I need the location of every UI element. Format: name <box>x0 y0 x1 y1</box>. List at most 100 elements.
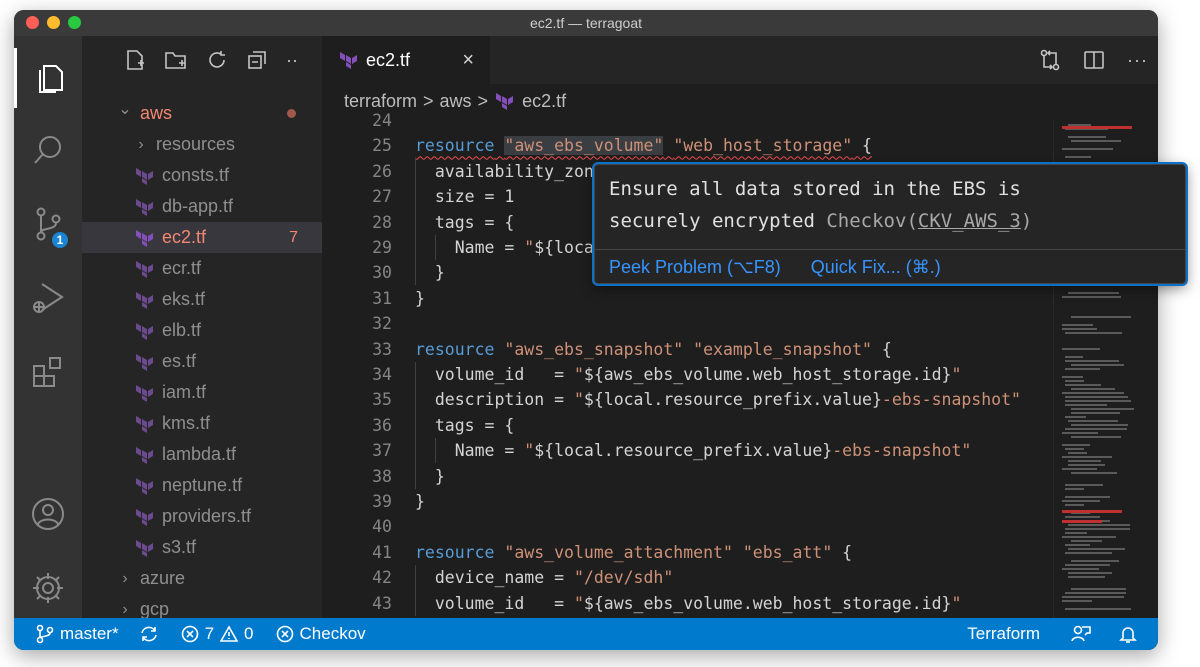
tree-item-consts-tf[interactable]: consts.tf <box>82 160 322 191</box>
tree-item-label: neptune.tf <box>162 475 243 495</box>
tree-item-resources[interactable]: › resources <box>82 129 322 160</box>
code-line[interactable]: 31} <box>322 286 1062 311</box>
activity-explorer[interactable] <box>14 48 82 108</box>
language-mode[interactable]: Terraform <box>967 624 1040 644</box>
code-line[interactable]: 32 <box>322 311 1062 336</box>
minimap-line <box>1065 360 1119 362</box>
hover-divider <box>595 249 1185 250</box>
tree-item-elb-tf[interactable]: elb.tf <box>82 315 322 346</box>
minimap-line <box>1062 596 1124 598</box>
line-number: 29 <box>372 238 392 257</box>
code-line[interactable]: 42 device_name = "/dev/sdh" <box>322 565 1062 590</box>
minimap-line <box>1062 500 1100 502</box>
code-line[interactable]: 34 volume_id = "${aws_ebs_volume.web_hos… <box>322 362 1062 387</box>
activity-bar: 1 <box>14 36 82 618</box>
collapse-all-icon[interactable] <box>246 49 268 71</box>
code-line[interactable]: 39} <box>322 489 1062 514</box>
tree-item-ec2-tf[interactable]: ec2.tf 7 <box>82 222 322 253</box>
line-number: 35 <box>372 390 392 410</box>
hover-rule-code[interactable]: CKV_AWS_3 <box>918 210 1021 232</box>
problem-hover-widget: Ensure all data stored in the EBS is sec… <box>594 164 1186 284</box>
split-editor-icon[interactable] <box>1083 49 1105 71</box>
line-number: 24 <box>372 111 392 130</box>
run-debug-icon <box>33 283 64 313</box>
terraform-file-icon <box>134 477 156 495</box>
minimap-line <box>1062 444 1090 446</box>
code-line[interactable]: 40 <box>322 514 1062 539</box>
tree-item-db-app-tf[interactable]: db-app.tf <box>82 191 322 222</box>
tree-item-azure[interactable]: › azure <box>82 563 322 594</box>
feedback-button[interactable] <box>1070 624 1092 644</box>
tab-ec2-tf[interactable]: ec2.tf × <box>322 36 490 84</box>
activity-extensions[interactable] <box>14 342 82 402</box>
code-line[interactable]: 36 tags = { <box>322 413 1062 438</box>
explorer-more-button[interactable]: ·· <box>286 50 298 71</box>
tree-item-label: es.tf <box>162 351 197 371</box>
tree-item-s3-tf[interactable]: s3.tf <box>82 532 322 563</box>
tree-item-lambda-tf[interactable]: lambda.tf <box>82 439 322 470</box>
tree-item-ecr-tf[interactable]: ecr.tf <box>82 253 322 284</box>
activity-source-control[interactable]: 1 <box>14 194 82 254</box>
minimap-line <box>1071 140 1121 142</box>
minimap-error-marker <box>1062 520 1102 523</box>
tree-item-es-tf[interactable]: es.tf <box>82 346 322 377</box>
close-window-button[interactable] <box>26 16 39 29</box>
tree-item-eks-tf[interactable]: eks.tf <box>82 284 322 315</box>
warning-count: 0 <box>244 624 254 643</box>
minimize-window-button[interactable] <box>47 16 60 29</box>
new-file-icon[interactable] <box>124 49 146 71</box>
checkov-status[interactable]: Checkov <box>276 624 366 644</box>
branch-status[interactable]: master* <box>36 624 119 644</box>
problem-count: 7 <box>289 228 298 246</box>
terraform-file-icon <box>134 384 156 402</box>
minimap-line <box>1071 388 1115 390</box>
editor-group: ec2.tf × ··· terraform > aws > ec2.tf 24… <box>322 36 1158 618</box>
problems-status[interactable]: 7 0 <box>181 624 254 644</box>
minimap-line <box>1065 156 1091 158</box>
chevron-right-icon: › <box>122 600 128 618</box>
peek-problem-link[interactable]: Peek Problem (⌥F8) <box>609 257 781 278</box>
tree-item-label: lambda.tf <box>162 444 237 464</box>
tree-item-kms-tf[interactable]: kms.tf <box>82 408 322 439</box>
refresh-icon[interactable] <box>206 49 228 71</box>
activity-accounts[interactable] <box>14 484 82 544</box>
search-icon <box>34 136 61 164</box>
code-line[interactable]: 25 resource "aws_ebs_volume" "web_host_st… <box>322 133 1062 158</box>
terraform-file-icon <box>134 353 156 371</box>
minimap-line <box>1068 524 1130 526</box>
minimap-line <box>1071 472 1117 474</box>
minimap-line <box>1065 404 1107 406</box>
notifications-button[interactable] <box>1118 624 1138 644</box>
code-line[interactable]: 33 resource "aws_ebs_snapshot" "example_s… <box>322 337 1062 362</box>
code-line[interactable]: 35 description = "${local.resource_prefi… <box>322 387 1062 412</box>
close-tab-button[interactable]: × <box>462 49 474 72</box>
tree-item-iam-tf[interactable]: iam.tf <box>82 377 322 408</box>
line-text: tags = { <box>415 415 515 435</box>
compare-changes-icon[interactable] <box>1039 49 1061 71</box>
minimap-line <box>1065 504 1084 506</box>
hover-message-line2: securely encrypted <box>609 210 815 232</box>
activity-manage[interactable] <box>14 558 82 618</box>
minimap-line <box>1065 396 1128 398</box>
code-line[interactable]: 43 volume_id = "${aws_ebs_volume.web_hos… <box>322 591 1062 616</box>
quick-fix-link[interactable]: Quick Fix... (⌘.) <box>811 257 941 278</box>
indent-guide <box>415 158 416 286</box>
zoom-window-button[interactable] <box>68 16 81 29</box>
sync-button[interactable] <box>139 624 159 644</box>
activity-run-debug[interactable] <box>14 268 82 328</box>
line-text: resource "aws_ebs_volume" "web_host_stor… <box>415 136 872 156</box>
code-line[interactable]: 38 } <box>322 464 1062 489</box>
tree-item-neptune-tf[interactable]: neptune.tf <box>82 470 322 501</box>
minimap-line <box>1071 364 1124 366</box>
new-folder-icon[interactable] <box>164 49 188 71</box>
tree-item-aws[interactable]: ⌄ aws <box>82 98 322 129</box>
tree-item-providers-tf[interactable]: providers.tf <box>82 501 322 532</box>
code-line[interactable]: 37 Name = "${local.resource_prefix.value… <box>322 438 1062 463</box>
code-line[interactable]: 41 resource "aws_volume_attachment" "ebs_… <box>322 540 1062 565</box>
code-line[interactable]: 24 <box>322 108 1062 133</box>
more-actions-icon[interactable]: ··· <box>1127 50 1148 71</box>
error-count: 7 <box>204 624 215 643</box>
tree-item-gcp[interactable]: › gcp <box>82 594 322 618</box>
activity-search[interactable] <box>14 120 82 180</box>
tab-label: ec2.tf <box>366 49 411 70</box>
